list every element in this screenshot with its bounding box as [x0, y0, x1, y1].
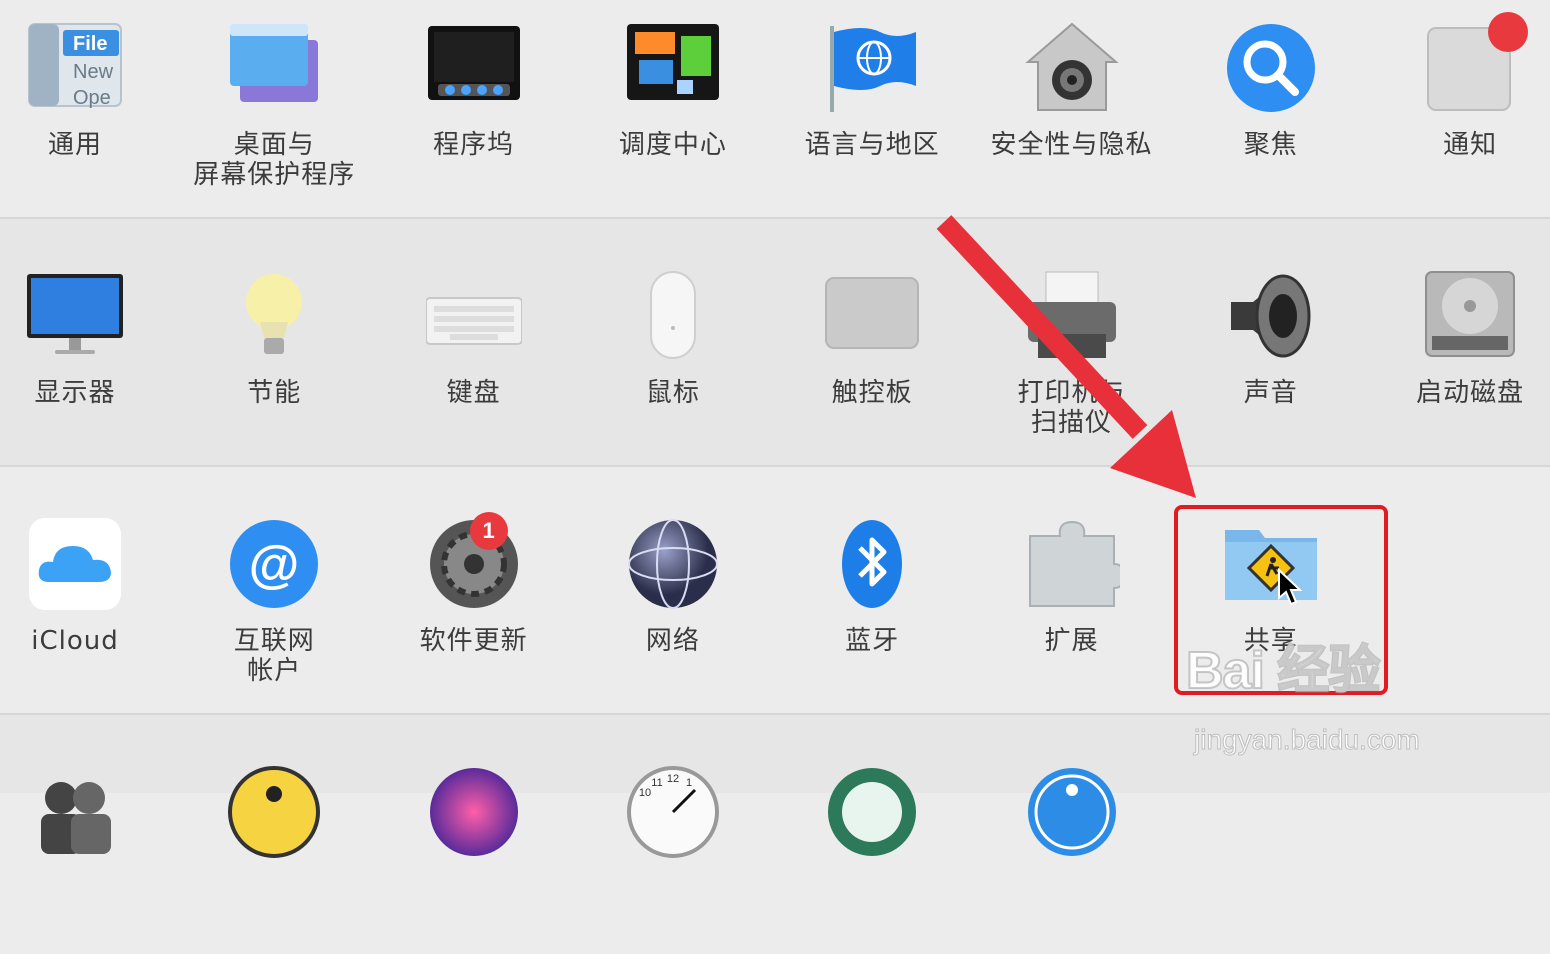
pane-label: 触控板: [831, 378, 913, 408]
pane-label: 启动磁盘: [1416, 378, 1525, 408]
printer-icon: [1024, 268, 1120, 364]
pane-label: 互联网 帐户: [233, 626, 315, 686]
pane-label: iCloud: [31, 626, 119, 656]
pane-desktop-screensaver[interactable]: 桌面与 屏幕保护程序: [174, 20, 374, 210]
pane-label: 软件更新: [419, 626, 528, 656]
keyboard-icon: [425, 268, 522, 364]
startup-disk-icon: [1422, 268, 1518, 364]
pane-label: 鼠标: [645, 378, 700, 408]
displays-icon: [27, 268, 123, 364]
network-icon: [625, 516, 721, 612]
mission-control-icon: [625, 20, 721, 116]
pane-label: 打印机与 扫描仪: [1017, 378, 1126, 438]
pane-label: 聚焦: [1243, 130, 1298, 160]
svg-text:1: 1: [686, 777, 692, 789]
general-icon: File New Ope: [27, 20, 123, 116]
pane-icloud[interactable]: iCloud: [0, 516, 175, 706]
icloud-icon: [27, 516, 123, 612]
dock-icon: [426, 20, 522, 116]
svg-text:10: 10: [639, 787, 651, 799]
pane-displays[interactable]: 显示器: [0, 268, 175, 458]
pane-spotlight[interactable]: 聚焦: [1171, 20, 1371, 210]
notification-dot: [1488, 12, 1529, 52]
users-groups-icon: [27, 764, 123, 860]
svg-text:New: New: [73, 61, 114, 83]
pane-label: 程序坞: [433, 130, 515, 160]
svg-text:@: @: [249, 536, 300, 594]
pane-software-update[interactable]: 1 软件更新: [374, 512, 574, 706]
time-machine-icon: [824, 764, 920, 860]
trackpad-icon: [824, 268, 920, 364]
pane-label: 语言与地区: [804, 130, 940, 160]
pane-printers-scanners[interactable]: 打印机与 扫描仪: [972, 268, 1172, 458]
desktop-screensaver-icon: [226, 20, 322, 116]
extensions-icon: [1024, 516, 1120, 612]
pane-label: 通知: [1443, 130, 1498, 160]
update-count-badge: 1: [469, 512, 508, 550]
notifications-icon: [1422, 12, 1529, 116]
pane-sharing[interactable]: 共享: [1171, 516, 1371, 706]
security-privacy-icon: [1024, 20, 1120, 116]
pane-label: 键盘: [446, 378, 501, 408]
spotlight-icon: [1223, 20, 1319, 116]
energy-saver-icon: [226, 268, 322, 364]
pane-label: 安全性与隐私: [990, 130, 1153, 160]
pane-label: 调度中心: [618, 130, 727, 160]
pane-label: 网络: [645, 626, 700, 656]
svg-text:File: File: [73, 33, 107, 55]
mouse-icon: [625, 268, 721, 364]
pane-label: 节能: [247, 378, 302, 408]
pane-keyboard[interactable]: 键盘: [374, 268, 574, 458]
accessibility-icon: [1024, 764, 1120, 860]
siri-icon: [426, 764, 522, 860]
pane-dock[interactable]: 程序坞: [374, 20, 574, 210]
svg-text:Ope: Ope: [73, 87, 111, 109]
pane-label: 蓝牙: [845, 626, 900, 656]
pane-notifications[interactable]: 通知: [1370, 12, 1550, 210]
svg-text:12: 12: [667, 773, 679, 785]
pane-internet-accounts[interactable]: @ 互联网 帐户: [174, 516, 374, 706]
parental-controls-icon: [226, 764, 322, 860]
pane-label: 显示器: [34, 378, 116, 408]
pane-energy-saver[interactable]: 节能: [174, 268, 374, 458]
pane-bluetooth[interactable]: 蓝牙: [772, 516, 972, 706]
pane-label: 扩展: [1044, 626, 1099, 656]
svg-text:11: 11: [651, 777, 662, 789]
pane-sound[interactable]: 声音: [1171, 268, 1371, 458]
language-region-icon: [824, 20, 920, 116]
pane-language-region[interactable]: 语言与地区: [772, 20, 972, 210]
sound-icon: [1223, 268, 1319, 364]
pane-label: 共享: [1243, 626, 1298, 656]
pane-network[interactable]: 网络: [573, 516, 773, 706]
bluetooth-icon: [824, 516, 920, 612]
pane-label: 声音: [1243, 378, 1298, 408]
pane-label: 桌面与 屏幕保护程序: [193, 130, 356, 190]
software-update-icon: 1: [426, 512, 522, 612]
pane-general[interactable]: File New Ope 通用: [0, 20, 175, 210]
pane-mouse[interactable]: 鼠标: [573, 268, 773, 458]
internet-accounts-icon: @: [226, 516, 322, 612]
pane-label: 通用: [47, 130, 102, 160]
mouse-cursor-icon: [1278, 568, 1303, 606]
pane-extensions[interactable]: 扩展: [972, 516, 1172, 706]
pane-trackpad[interactable]: 触控板: [772, 268, 972, 458]
pane-mission-control[interactable]: 调度中心: [573, 20, 773, 210]
date-time-icon: 12 11 1 10: [625, 764, 721, 860]
pane-security-privacy[interactable]: 安全性与隐私: [972, 20, 1172, 210]
pane-startup-disk[interactable]: 启动磁盘: [1370, 268, 1550, 458]
